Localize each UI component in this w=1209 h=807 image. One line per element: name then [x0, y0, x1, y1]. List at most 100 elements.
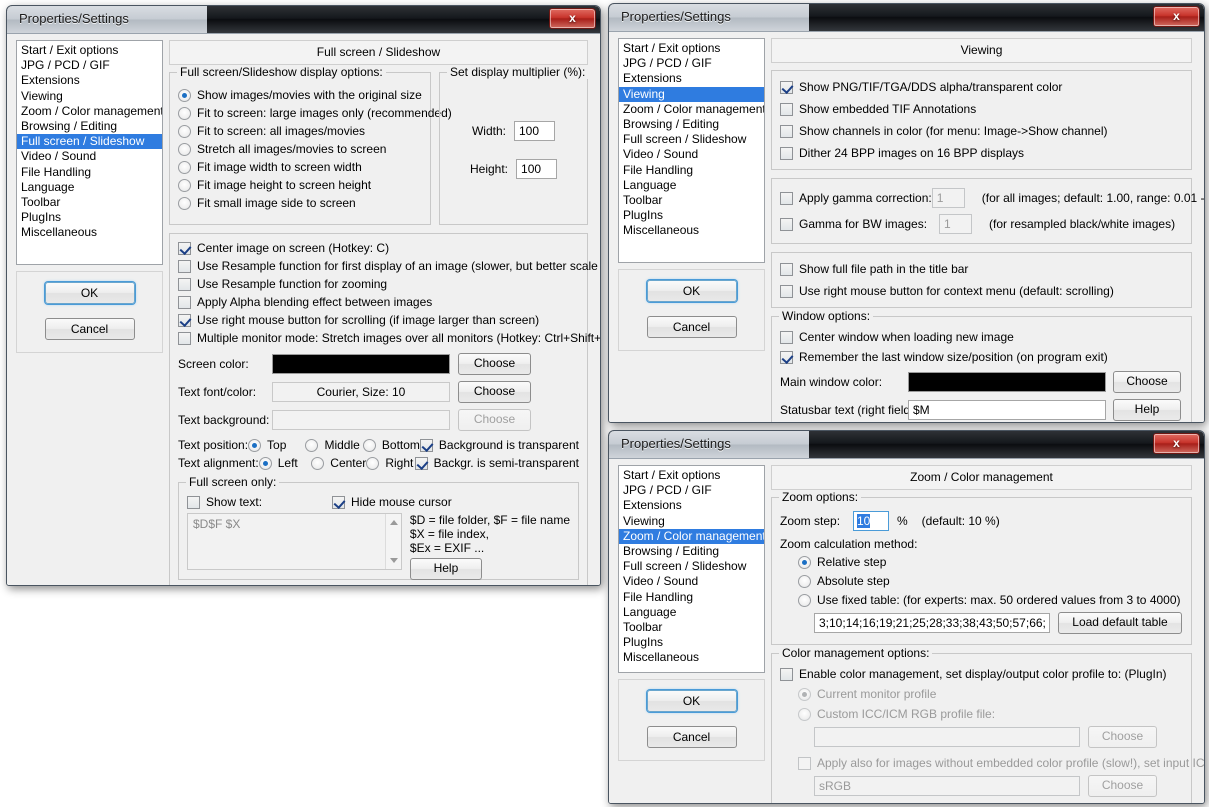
checkbox-right-mouse-scrolling[interactable] [178, 313, 191, 327]
sidebar-item[interactable]: Toolbar [619, 620, 764, 635]
radio-fit-height[interactable] [178, 178, 191, 192]
sidebar-item[interactable]: Extensions [17, 73, 162, 88]
radio-row[interactable]: Use fixed table: (for experts: max. 50 o… [798, 593, 1183, 607]
zoom-step-input[interactable]: 10 [853, 511, 889, 531]
width-input[interactable] [514, 121, 555, 141]
main-window-color-swatch[interactable] [908, 372, 1106, 392]
sidebar-item[interactable]: Miscellaneous [619, 650, 764, 665]
radio-original-size[interactable] [178, 88, 191, 102]
ok-button[interactable]: OK [646, 690, 737, 712]
sidebar-item[interactable]: PlugIns [619, 635, 764, 650]
checkbox-row[interactable]: Enable color management, set display/out… [780, 667, 1183, 681]
radio-row[interactable]: Fit small image side to screen [178, 196, 422, 210]
radio-row[interactable]: Relative step [798, 555, 1183, 569]
sidebar-item[interactable]: Start / Exit options [619, 41, 764, 56]
sidebar-item[interactable]: Start / Exit options [619, 468, 764, 483]
gamma-bw-input[interactable] [939, 214, 972, 234]
checkbox-resample-zooming[interactable] [178, 277, 191, 291]
sidebar-item[interactable]: Video / Sound [619, 574, 764, 589]
sidebar-item[interactable]: Browsing / Editing [17, 119, 162, 134]
radio-row[interactable]: Show images/movies with the original siz… [178, 88, 422, 102]
sidebar-item[interactable]: Extensions [619, 71, 764, 86]
checkbox-row[interactable]: Show PNG/TIF/TGA/DDS alpha/transparent c… [780, 80, 1183, 94]
checkbox-row[interactable]: Use right mouse button for scrolling (if… [178, 313, 579, 327]
close-icon[interactable]: x [1153, 6, 1200, 27]
sidebar-item-selected[interactable]: Zoom / Color management [619, 528, 764, 545]
radio-stretch-all[interactable] [178, 142, 191, 156]
sidebar-item[interactable]: Language [619, 605, 764, 620]
cancel-button[interactable]: Cancel [646, 316, 737, 338]
checkbox-row[interactable]: Dither 24 BPP images on 16 BPP displays [780, 146, 1183, 160]
radio-text-position-top[interactable] [248, 438, 262, 452]
radio-text-align-left[interactable] [258, 456, 272, 470]
sidebar-item[interactable]: Browsing / Editing [619, 544, 764, 559]
sidebar-item[interactable]: Toolbar [17, 195, 162, 210]
checkbox-gamma-bw-images[interactable] [780, 217, 793, 231]
checkbox-multiple-monitor[interactable] [178, 331, 191, 345]
radio-fit-width[interactable] [178, 160, 191, 174]
radio-row[interactable]: Absolute step [798, 574, 1183, 588]
sidebar-item[interactable]: File Handling [619, 163, 764, 178]
checkbox-resample-first-display[interactable] [178, 259, 191, 273]
statusbar-help-button[interactable]: Help [1113, 399, 1181, 421]
help-button[interactable]: Help [409, 558, 482, 580]
sidebar-item[interactable]: Video / Sound [619, 147, 764, 162]
sidebar-item[interactable]: Video / Sound [17, 149, 162, 164]
radio-row[interactable]: Fit image width to screen width [178, 160, 422, 174]
radio-row[interactable]: Stretch all images/movies to screen [178, 142, 422, 156]
sidebar-item[interactable]: Language [619, 178, 764, 193]
checkbox-center-window[interactable] [780, 330, 793, 344]
radio-fit-large-only[interactable] [178, 106, 191, 120]
radio-relative-step[interactable] [798, 555, 811, 569]
sidebar-item[interactable]: Toolbar [619, 193, 764, 208]
sidebar-item[interactable]: Browsing / Editing [619, 117, 764, 132]
gamma-correction-input[interactable] [931, 188, 965, 208]
sidebar-item[interactable]: Miscellaneous [619, 223, 764, 238]
checkbox-row[interactable]: Apply Alpha blending effect between imag… [178, 295, 579, 309]
radio-text-position-bottom[interactable] [362, 438, 376, 452]
checkbox-apply-gamma-correction[interactable] [780, 191, 793, 205]
scroll-down-icon[interactable] [389, 558, 398, 563]
sidebar-item[interactable]: Viewing [17, 89, 162, 104]
checkbox-alpha-blending[interactable] [178, 295, 191, 309]
close-icon[interactable]: x [1153, 433, 1200, 454]
settings-category-list[interactable]: Start / Exit options JPG / PCD / GIF Ext… [618, 38, 765, 263]
sidebar-item[interactable]: JPG / PCD / GIF [619, 56, 764, 71]
checkbox-right-mouse-context-menu[interactable] [780, 284, 793, 298]
checkbox-show-full-path[interactable] [780, 262, 793, 276]
radio-text-align-right[interactable] [366, 456, 380, 470]
statusbar-input[interactable] [908, 400, 1106, 420]
sidebar-item[interactable]: PlugIns [619, 208, 764, 223]
checkbox-center-image[interactable] [178, 241, 191, 255]
main-window-color-choose-button[interactable]: Choose [1113, 371, 1181, 393]
sidebar-item[interactable]: Full screen / Slideshow [619, 559, 764, 574]
checkbox-row[interactable]: Use Resample function for first display … [178, 259, 600, 273]
radio-absolute-step[interactable] [798, 574, 811, 588]
textarea-scrollbar[interactable] [384, 514, 401, 569]
checkbox-show-tif-annotations[interactable] [780, 102, 793, 116]
text-font-choose-button[interactable]: Choose [458, 381, 531, 403]
settings-category-list[interactable]: Start / Exit options JPG / PCD / GIF Ext… [618, 465, 765, 673]
radio-row[interactable]: Fit image height to screen height [178, 178, 422, 192]
checkbox-row[interactable]: Use Resample function for zooming [178, 277, 579, 291]
checkbox-show-text[interactable] [187, 495, 200, 509]
checkbox-row[interactable]: Multiple monitor mode: Stretch images ov… [178, 331, 600, 345]
sidebar-item[interactable]: Full screen / Slideshow [619, 132, 764, 147]
checkbox-enable-color-management[interactable] [780, 667, 793, 681]
height-input[interactable] [516, 159, 558, 179]
radio-text-position-middle[interactable] [305, 438, 319, 452]
checkbox-row[interactable]: Center window when loading new image [780, 330, 1183, 344]
sidebar-item[interactable]: Start / Exit options [17, 43, 162, 58]
checkbox-row[interactable]: Show embedded TIF Annotations [780, 102, 1183, 116]
radio-use-fixed-table[interactable] [798, 593, 811, 607]
sidebar-item[interactable]: File Handling [619, 590, 764, 605]
checkbox-row[interactable]: Show full file path in the title bar [780, 262, 1183, 276]
checkbox-dither-24bpp[interactable] [780, 146, 793, 160]
radio-fit-small-side[interactable] [178, 196, 191, 210]
load-default-table-button[interactable]: Load default table [1058, 612, 1182, 634]
checkbox-background-transparent[interactable] [419, 438, 433, 452]
sidebar-item[interactable]: Language [17, 180, 162, 195]
cancel-button[interactable]: Cancel [44, 318, 135, 340]
sidebar-item[interactable]: Miscellaneous [17, 225, 162, 240]
ok-button[interactable]: OK [44, 282, 135, 304]
